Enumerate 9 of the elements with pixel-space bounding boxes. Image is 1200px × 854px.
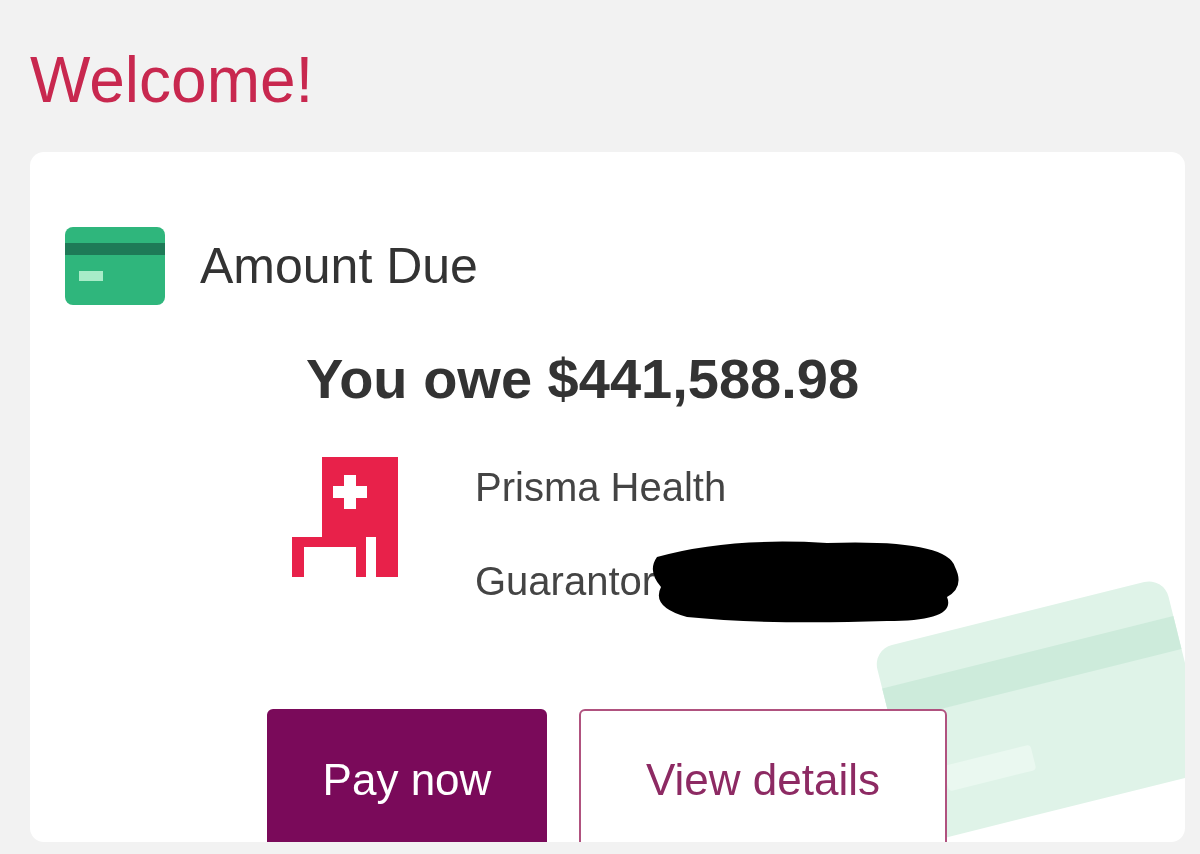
guarantor-label: Guarantor <box>475 558 656 605</box>
card-title: Amount Due <box>200 236 478 296</box>
view-details-button[interactable]: View details <box>579 709 947 842</box>
provider-name: Prisma Health <box>475 464 728 511</box>
amount-owed: You owe $441,588.98 <box>304 346 861 412</box>
hospital-icon <box>292 457 400 577</box>
welcome-heading: Welcome! <box>30 43 315 118</box>
pay-now-button[interactable]: Pay now <box>267 709 547 842</box>
credit-card-icon <box>65 227 165 305</box>
